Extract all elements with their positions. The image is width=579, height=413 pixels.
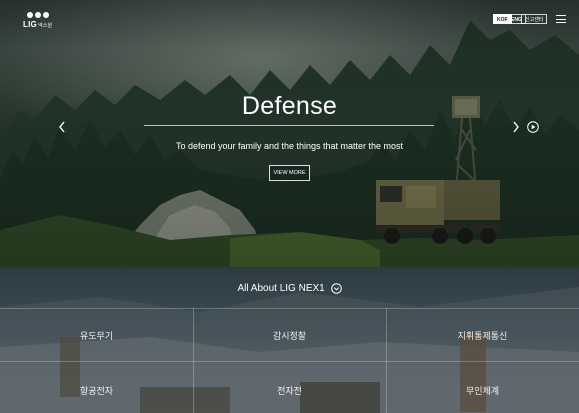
grid-divider — [0, 308, 579, 309]
play-icon[interactable] — [527, 121, 539, 133]
category-avionics[interactable]: 항공전자 — [0, 384, 193, 397]
all-about-toggle[interactable]: All About LIG NEX1 — [0, 283, 579, 294]
category-grid: 유도무기 감시정찰 지휘통제통신 항공전자 전자전 무인체계 — [0, 308, 579, 413]
all-about-label: All About LIG NEX1 — [237, 283, 325, 294]
category-surveillance[interactable]: 감시정찰 — [193, 329, 386, 342]
category-unmanned-systems[interactable]: 무인체계 — [386, 384, 579, 397]
hero-title: Defense — [241, 92, 338, 120]
hamburger-icon[interactable] — [556, 15, 566, 23]
grid-divider — [386, 308, 387, 413]
logo-subtext: 넥스원 — [37, 23, 53, 29]
chevron-right-icon[interactable] — [512, 121, 520, 133]
view-more-button[interactable]: VIEW MORE — [269, 165, 310, 181]
logo-text: LIG — [23, 20, 37, 29]
hero-divider — [144, 125, 434, 126]
report-center-button[interactable]: 신고센터 — [521, 14, 548, 24]
hero-banner — [0, 0, 579, 267]
grid-divider — [0, 361, 579, 362]
chevron-left-icon[interactable] — [58, 121, 66, 133]
logo-mark-icon — [23, 12, 53, 18]
category-guided-weapons[interactable]: 유도무기 — [0, 329, 193, 342]
lig-nex1-logo[interactable]: LIG넥스원 — [23, 12, 53, 29]
business-areas-section: All About LIG NEX1 유도무기 감시정찰 지휘통제통신 항공전자… — [0, 267, 579, 413]
category-c4i[interactable]: 지휘통제통신 — [386, 329, 579, 342]
hero-subtitle: To defend your family and the things tha… — [175, 141, 404, 151]
grid-divider — [193, 308, 194, 413]
chevron-down-circle-icon — [330, 283, 342, 294]
category-electronic-warfare[interactable]: 전자전 — [193, 384, 386, 397]
